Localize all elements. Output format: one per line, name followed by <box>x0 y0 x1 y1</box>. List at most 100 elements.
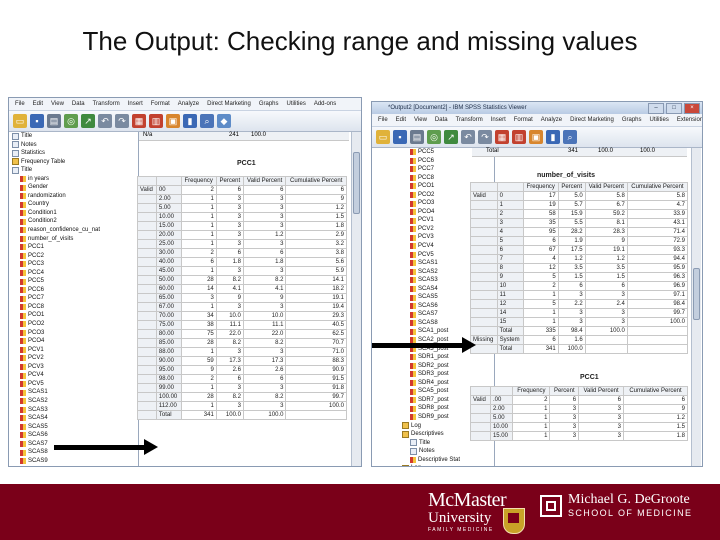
tree-node[interactable]: SCAS1 <box>12 388 138 397</box>
menu-item[interactable]: Direct Marketing <box>570 117 614 123</box>
menu-item[interactable]: Insert <box>491 117 506 123</box>
maximize-button[interactable]: □ <box>666 103 682 114</box>
menu-item[interactable]: Direct Marketing <box>207 101 251 107</box>
tree-node[interactable]: Title <box>12 132 138 141</box>
tree-node[interactable]: PCV4 <box>12 371 138 380</box>
tree-node[interactable]: number_of_visits <box>12 235 138 244</box>
tree-node[interactable]: SDR1_post <box>402 353 494 362</box>
tree-node[interactable]: SCAS9 <box>12 457 138 466</box>
tree-node[interactable]: PCC8 <box>12 303 138 312</box>
save-icon[interactable]: ▪ <box>30 114 44 128</box>
undo-icon[interactable]: ↷ <box>115 114 129 128</box>
menu-item[interactable]: Data <box>72 101 85 107</box>
tree-node[interactable]: Condition1 <box>12 209 138 218</box>
menu-item[interactable]: Analyze <box>541 117 562 123</box>
menu-item[interactable]: Utilities <box>287 101 306 107</box>
tree-node[interactable]: SCAS4 <box>12 414 138 423</box>
tree-node[interactable]: Notes <box>402 447 494 456</box>
right-vertical-scrollbar[interactable] <box>691 148 701 466</box>
menu-item[interactable]: Graphs <box>259 101 279 107</box>
menu-item[interactable]: Graphs <box>622 117 642 123</box>
menu-item[interactable]: File <box>378 117 388 123</box>
designate-window-icon[interactable]: ◆ <box>217 114 231 128</box>
menu-item[interactable]: Transform <box>456 117 483 123</box>
tree-node[interactable]: PCC8 <box>402 174 494 183</box>
tree-node[interactable]: PCO1 <box>12 311 138 320</box>
menu-item[interactable]: Extensions <box>677 117 702 123</box>
tree-node[interactable]: PCV1 <box>12 346 138 355</box>
tree-node[interactable]: SCAS3 <box>12 406 138 415</box>
right-scrollbar-thumb[interactable] <box>693 268 700 320</box>
chart-icon[interactable]: ▮ <box>183 114 197 128</box>
menu-item[interactable]: Format <box>151 101 170 107</box>
find-icon[interactable]: ⌕ <box>200 114 214 128</box>
tree-node[interactable]: Condition2 <box>12 217 138 226</box>
tree-node[interactable]: PCC1 <box>12 243 138 252</box>
menu-item[interactable]: Add-ons <box>314 101 336 107</box>
tree-node[interactable]: Gender <box>12 183 138 192</box>
open-icon[interactable]: ▭ <box>376 130 390 144</box>
recall-dialog-icon[interactable]: ↶ <box>98 114 112 128</box>
tree-node[interactable]: SCAS5 <box>12 423 138 432</box>
menu-item[interactable]: Utilities <box>650 117 669 123</box>
tree-node[interactable]: PCC7 <box>402 165 494 174</box>
export-icon[interactable]: ↗ <box>444 130 458 144</box>
tree-node[interactable]: SCAS6 <box>12 431 138 440</box>
tree-node[interactable]: SDR3_post <box>402 370 494 379</box>
tree-node[interactable]: SCAS2 <box>12 397 138 406</box>
menu-item[interactable]: Format <box>514 117 533 123</box>
tree-node[interactable]: randomization <box>12 192 138 201</box>
find-icon[interactable]: ⌕ <box>563 130 577 144</box>
menu-item[interactable]: Data <box>435 117 448 123</box>
tree-node[interactable]: PCO3 <box>12 329 138 338</box>
tree-node[interactable]: PCC5 <box>12 277 138 286</box>
minimize-button[interactable]: – <box>648 103 664 114</box>
tree-node[interactable]: PCC4 <box>12 269 138 278</box>
recall-dialog-icon[interactable]: ↶ <box>461 130 475 144</box>
left-scrollbar-thumb[interactable] <box>353 152 360 214</box>
save-icon[interactable]: ▪ <box>393 130 407 144</box>
menu-item[interactable]: View <box>51 101 64 107</box>
menu-item[interactable]: Insert <box>128 101 143 107</box>
tree-node[interactable]: SDR2_post <box>402 362 494 371</box>
menu-item[interactable]: View <box>414 117 427 123</box>
goto-case-icon[interactable]: ▥ <box>149 114 163 128</box>
tree-node[interactable]: PCV2 <box>12 354 138 363</box>
tree-node[interactable]: PCO2 <box>12 320 138 329</box>
menu-item[interactable]: Transform <box>93 101 120 107</box>
tree-node[interactable]: in years <box>12 175 138 184</box>
preview-icon[interactable]: ◎ <box>64 114 78 128</box>
goto-data-icon[interactable]: ▦ <box>132 114 146 128</box>
tree-node[interactable]: PCC3 <box>12 260 138 269</box>
tree-node[interactable]: Log <box>402 464 494 466</box>
print-icon[interactable]: ▤ <box>410 130 424 144</box>
chart-icon[interactable]: ▮ <box>546 130 560 144</box>
tree-node[interactable]: Notes <box>12 141 138 150</box>
menu-item[interactable]: Analyze <box>178 101 199 107</box>
tree-node[interactable]: SCAS1 <box>12 465 138 466</box>
undo-icon[interactable]: ↷ <box>478 130 492 144</box>
goto-data-icon[interactable]: ▦ <box>495 130 509 144</box>
menu-item[interactable]: File <box>15 101 25 107</box>
menu-item[interactable]: Edit <box>396 117 406 123</box>
tree-node[interactable]: PCV5 <box>12 380 138 389</box>
tree-node[interactable]: PCC6 <box>402 157 494 166</box>
tree-node[interactable]: PCC2 <box>12 252 138 261</box>
tree-node[interactable]: Descriptive Stat <box>402 456 494 465</box>
tree-node[interactable]: Statistics <box>12 149 138 158</box>
tree-node[interactable]: Frequency Table <box>12 158 138 167</box>
tree-node[interactable]: PCO4 <box>12 337 138 346</box>
tree-node[interactable]: PCC6 <box>12 286 138 295</box>
menu-item[interactable]: Edit <box>33 101 43 107</box>
tree-node[interactable]: reason_confidence_cu_nat <box>12 226 138 235</box>
tree-node[interactable]: Country <box>12 200 138 209</box>
left-vertical-scrollbar[interactable] <box>351 132 361 466</box>
tree-node[interactable]: Title <box>12 166 138 175</box>
tree-node[interactable]: PCC7 <box>12 294 138 303</box>
open-icon[interactable]: ▭ <box>13 114 27 128</box>
preview-icon[interactable]: ◎ <box>427 130 441 144</box>
variables-icon[interactable]: ▣ <box>166 114 180 128</box>
goto-case-icon[interactable]: ▥ <box>512 130 526 144</box>
tree-node[interactable]: PCV3 <box>12 363 138 372</box>
export-icon[interactable]: ↗ <box>81 114 95 128</box>
